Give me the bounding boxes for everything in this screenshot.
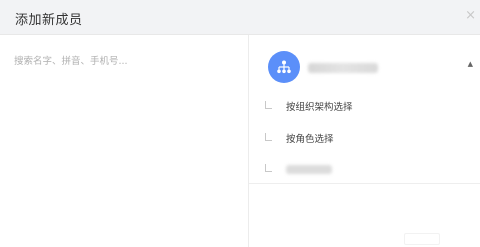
select-by-org-structure[interactable]: 按组织架构选择 xyxy=(265,97,353,115)
organization-header[interactable]: ▲ xyxy=(249,49,480,85)
divider xyxy=(249,183,480,184)
dialog-title: 添加新成员 xyxy=(15,13,83,28)
add-member-dialog: 添加新成员 × ▲ xyxy=(0,0,480,247)
redacted-option[interactable] xyxy=(265,160,332,178)
dialog-header: 添加新成员 × xyxy=(0,0,480,35)
tree-branch-icon xyxy=(265,100,272,109)
member-search-pane xyxy=(0,35,249,247)
watermark xyxy=(404,233,440,245)
search-input[interactable] xyxy=(14,53,234,69)
collapse-caret-icon[interactable]: ▲ xyxy=(468,60,473,68)
close-icon[interactable]: × xyxy=(465,8,476,23)
select-by-role[interactable]: 按角色选择 xyxy=(265,129,334,147)
redacted-label xyxy=(286,164,332,174)
tree-branch-icon xyxy=(265,132,272,141)
option-label: 按组织架构选择 xyxy=(286,102,353,113)
organization-name-redacted xyxy=(308,63,378,73)
option-label: 按角色选择 xyxy=(286,134,334,145)
tree-branch-icon xyxy=(265,163,272,172)
org-tree-icon xyxy=(268,51,300,83)
member-picker-pane: ▲ 按组织架构选择 按角色选择 xyxy=(249,35,480,247)
